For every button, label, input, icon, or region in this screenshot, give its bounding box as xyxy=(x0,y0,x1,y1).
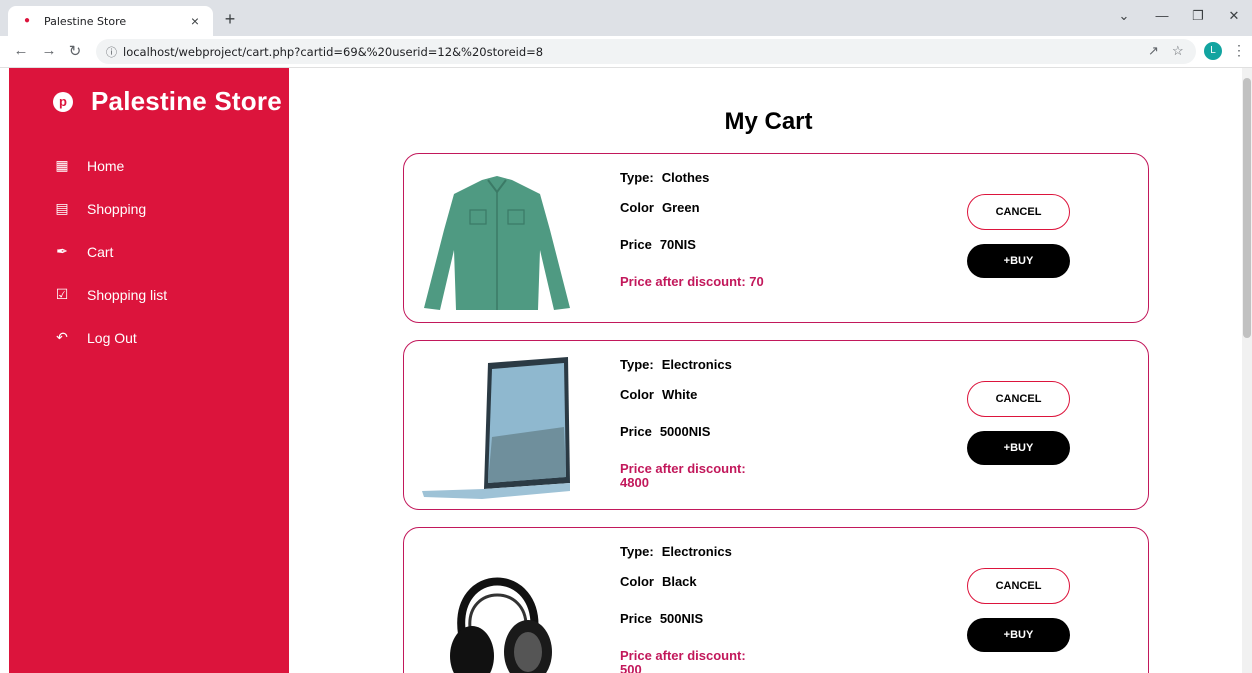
profile-avatar[interactable]: L xyxy=(1204,42,1222,60)
info-icon[interactable]: ⓘ xyxy=(106,44,117,60)
page-viewport: p Palestine Store ▦ Home ▤ Shopping ✒ Ca… xyxy=(0,68,1252,673)
type-label: Type: xyxy=(620,170,654,185)
item-discount-price: Price after discount: 500 xyxy=(620,648,746,673)
back-icon[interactable]: ← xyxy=(12,42,30,59)
scrollbar-thumb[interactable] xyxy=(1243,78,1251,338)
item-discount-price: Price after discount: 4800 xyxy=(620,461,746,490)
sidebar-item-label: Shopping list xyxy=(87,286,168,303)
forward-icon[interactable]: → xyxy=(40,42,58,59)
type-label: Type: xyxy=(620,357,654,372)
item-price: Price 70NIS xyxy=(620,237,696,252)
laptop-image xyxy=(422,357,570,499)
browser-toolbar: ← → ↻ ⓘ localhost/webproject/cart.php?ca… xyxy=(0,36,1252,68)
bag-icon: ☑ xyxy=(55,286,69,302)
color-value: Green xyxy=(661,200,700,215)
page-title: My Cart xyxy=(289,108,1242,136)
url-text: localhost/webproject/cart.php?cartid=69&… xyxy=(123,44,544,59)
share-icon[interactable]: ↗ xyxy=(1148,43,1159,59)
price-value: 5000NIS xyxy=(659,424,711,439)
headphones-image xyxy=(450,577,552,673)
sidebar-item-logout[interactable]: ↶ Log Out xyxy=(53,316,167,359)
sidebar-item-label: Log Out xyxy=(87,329,137,346)
tab-close-icon[interactable]: × xyxy=(187,13,203,29)
color-value: Black xyxy=(661,574,697,589)
tab-search-icon[interactable]: ⌄ xyxy=(1112,8,1136,24)
sidebar-item-home[interactable]: ▦ Home xyxy=(53,144,167,187)
item-type: Type: Electronics xyxy=(620,357,732,372)
price-label: Price xyxy=(620,424,652,439)
close-window-icon[interactable]: ✕ xyxy=(1222,8,1246,24)
type-value: Electronics xyxy=(661,357,732,372)
type-label: Type: xyxy=(620,544,654,559)
sidebar-item-cart[interactable]: ✒ Cart xyxy=(53,230,167,273)
sidebar-item-shopping-list[interactable]: ☑ Shopping list xyxy=(53,273,167,316)
brand[interactable]: p Palestine Store xyxy=(53,86,282,117)
color-value: White xyxy=(661,387,698,402)
item-price: Price 500NIS xyxy=(620,611,703,626)
sidebar-item-label: Shopping xyxy=(87,200,147,217)
grid-icon: ▦ xyxy=(55,157,69,173)
new-tab-button[interactable]: + xyxy=(220,9,240,30)
buy-label: BUY xyxy=(1010,255,1034,267)
browser-window: ● Palestine Store × + ⌄ — ❐ ✕ ← → ↻ ⓘ lo… xyxy=(0,0,1252,673)
browser-menu-icon[interactable]: ⋮ xyxy=(1232,42,1246,59)
favicon-icon: ● xyxy=(24,15,31,26)
price-label: Price xyxy=(620,237,652,252)
sidebar-item-label: Cart xyxy=(87,243,114,260)
tab-title: Palestine Store xyxy=(44,14,127,28)
price-value: 500NIS xyxy=(659,611,704,626)
reload-icon[interactable]: ↻ xyxy=(66,42,84,60)
cart-item-card: Type: Electronics Color Black Price 500NIS … xyxy=(403,527,1149,673)
color-label: Color xyxy=(620,387,654,402)
brand-title: Palestine Store xyxy=(91,86,282,116)
restore-icon[interactable]: ❐ xyxy=(1186,8,1210,24)
price-label: Price xyxy=(620,611,652,626)
type-value: Clothes xyxy=(661,170,710,185)
item-color: Color White xyxy=(620,387,697,402)
buy-button[interactable]: +BUY xyxy=(967,431,1070,465)
color-label: Color xyxy=(620,574,654,589)
page-title-text: My Cart xyxy=(724,108,813,135)
cancel-button[interactable]: CANCEL xyxy=(967,568,1070,604)
sidebar-item-label: Home xyxy=(87,157,125,174)
buy-label: BUY xyxy=(1010,442,1034,454)
item-discount-price: Price after discount: 70 xyxy=(620,274,764,289)
store-icon: ▤ xyxy=(55,200,69,216)
buy-button[interactable]: +BUY xyxy=(967,618,1070,652)
cancel-button[interactable]: CANCEL xyxy=(967,194,1070,230)
bookmark-star-icon[interactable]: ☆ xyxy=(1172,43,1184,59)
item-price: Price 5000NIS xyxy=(620,424,710,439)
cart-item-card: Type: Clothes Color Green Price 70NIS Price… xyxy=(403,153,1149,323)
page-scrollbar[interactable] xyxy=(1242,68,1252,673)
minimize-icon[interactable]: — xyxy=(1150,8,1174,23)
color-label: Color xyxy=(620,200,654,215)
item-color: Color Black xyxy=(620,574,697,589)
type-value: Electronics xyxy=(661,544,732,559)
browser-tab[interactable]: ● Palestine Store × xyxy=(8,6,213,36)
sidebar-nav: ▦ Home ▤ Shopping ✒ Cart ☑ Shopping list… xyxy=(53,144,167,359)
cart-item-card: Type: Electronics Color White Price 5000NIS… xyxy=(403,340,1149,510)
item-type: Type: Clothes xyxy=(620,170,709,185)
sidebar: p Palestine Store ▦ Home ▤ Shopping ✒ Ca… xyxy=(9,68,289,673)
price-value: 70NIS xyxy=(659,237,696,252)
item-type: Type: Electronics xyxy=(620,544,732,559)
logout-icon: ↶ xyxy=(56,329,68,345)
cart-icon: ✒ xyxy=(56,243,68,259)
address-bar[interactable]: ⓘ localhost/webproject/cart.php?cartid=6… xyxy=(96,39,1196,64)
tab-strip: ● Palestine Store × + ⌄ — ❐ ✕ xyxy=(0,0,1252,36)
cart-main: My Cart Type: Clothes Color Green Price 70N… xyxy=(289,68,1242,673)
buy-label: BUY xyxy=(1010,629,1034,641)
cancel-button[interactable]: CANCEL xyxy=(967,381,1070,417)
pinterest-logo-icon: p xyxy=(53,91,73,112)
item-color: Color Green xyxy=(620,200,700,215)
buy-button[interactable]: +BUY xyxy=(967,244,1070,278)
green-shirt-image xyxy=(424,176,570,310)
sidebar-item-shopping[interactable]: ▤ Shopping xyxy=(53,187,167,230)
